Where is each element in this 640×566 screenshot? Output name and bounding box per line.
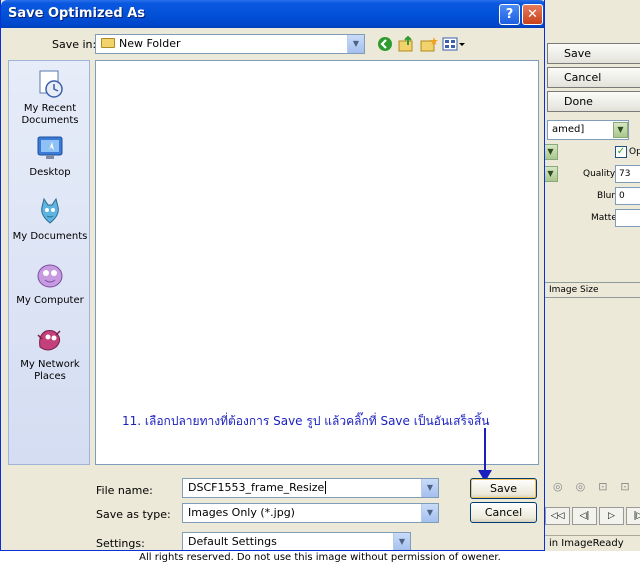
quality-input[interactable]: 73 bbox=[615, 165, 640, 183]
annotation-arrow bbox=[484, 428, 486, 473]
tutorial-annotation: 11. เลือกปลายทางที่ต้องการ Save รูป แล้ว… bbox=[122, 414, 490, 428]
chevron-down-icon: ▼ bbox=[421, 504, 438, 522]
new-folder-icon[interactable] bbox=[420, 36, 438, 54]
bg-preset-select[interactable]: amed] ▼ bbox=[547, 120, 629, 140]
chevron-down-icon: ▼ bbox=[421, 479, 438, 497]
place-my-computer[interactable]: My Computer bbox=[9, 261, 91, 307]
play-icon[interactable]: ▷ bbox=[599, 507, 624, 525]
quality-label: Quality: bbox=[583, 169, 618, 179]
file-name-input[interactable]: DSCF1553_frame_Resize ▼ bbox=[182, 478, 439, 498]
places-bar: My Recent Documents Desktop My Documents… bbox=[8, 60, 90, 465]
chevron-down-icon: ▼ bbox=[347, 35, 364, 53]
settings-label: Settings: bbox=[96, 537, 145, 550]
desktop-icon bbox=[37, 136, 63, 159]
matte-input[interactable] bbox=[615, 209, 640, 227]
background-window: Save Cancel Done amed] ▼ ▼ ▼ ✓ Op Qualit… bbox=[538, 0, 640, 551]
place-my-documents[interactable]: My Documents bbox=[9, 197, 91, 243]
chevron-down-icon: ▼ bbox=[613, 122, 628, 138]
my-documents-icon bbox=[41, 197, 59, 224]
file-name-value: DSCF1553_frame_Resize bbox=[188, 481, 325, 494]
help-button[interactable]: ? bbox=[499, 4, 520, 25]
prev-frame-icon[interactable]: ◁| bbox=[572, 507, 597, 525]
close-button[interactable]: ✕ bbox=[522, 4, 543, 25]
place-recent-documents[interactable]: My Recent Documents bbox=[9, 69, 91, 127]
place-label: Desktop bbox=[29, 167, 71, 178]
bg-save-button[interactable]: Save bbox=[547, 43, 640, 64]
bg-done-button[interactable]: Done bbox=[547, 91, 640, 112]
settings-select[interactable]: Default Settings ▼ bbox=[182, 532, 411, 550]
place-network[interactable]: My Network Places bbox=[9, 325, 91, 383]
place-desktop[interactable]: Desktop bbox=[9, 133, 91, 179]
chevron-down-icon[interactable]: ▼ bbox=[543, 144, 558, 160]
chevron-down-icon[interactable]: ▼ bbox=[543, 166, 558, 182]
network-places-icon bbox=[37, 330, 61, 351]
save-as-type-select[interactable]: Images Only (*.jpg) ▼ bbox=[182, 503, 439, 523]
optimized-label: Op bbox=[629, 147, 640, 157]
bg-cancel-button[interactable]: Cancel bbox=[547, 67, 640, 88]
save-as-type-label: Save as type: bbox=[96, 508, 171, 521]
bg-preset-value: amed] bbox=[552, 124, 585, 135]
first-frame-icon[interactable]: ◁◁ bbox=[545, 507, 570, 525]
place-label: My Recent Documents bbox=[21, 103, 79, 126]
views-menu-icon[interactable] bbox=[442, 36, 466, 54]
playback-controls: ◁◁ ◁| ▷ |▷ bbox=[545, 507, 640, 525]
status-bar: in ImageReady bbox=[539, 535, 640, 551]
save-in-label: Save in: bbox=[52, 38, 97, 51]
back-icon[interactable] bbox=[376, 36, 394, 54]
title-bar[interactable]: Save Optimized As ? ✕ bbox=[1, 0, 544, 28]
file-name-label: File name: bbox=[96, 484, 153, 497]
copyright-footer: All rights reserved. Do not use this ima… bbox=[0, 551, 640, 566]
place-label: My Computer bbox=[16, 295, 84, 306]
my-computer-icon bbox=[37, 264, 63, 288]
blur-input[interactable]: 0 bbox=[615, 187, 640, 205]
optimized-checkbox[interactable]: ✓ bbox=[615, 146, 627, 158]
dialog-title: Save Optimized As bbox=[8, 6, 145, 21]
folder-icon bbox=[101, 38, 115, 48]
settings-value: Default Settings bbox=[188, 535, 277, 548]
place-label: My Documents bbox=[12, 231, 88, 242]
place-label: My Network Places bbox=[20, 359, 80, 382]
next-frame-icon[interactable]: |▷ bbox=[626, 507, 640, 525]
cancel-button[interactable]: Cancel bbox=[470, 502, 537, 523]
up-folder-icon[interactable] bbox=[398, 35, 416, 54]
file-list[interactable] bbox=[95, 60, 539, 465]
layer-icons: ◎◎⊡⊡ bbox=[553, 480, 640, 493]
image-size-tab[interactable]: Image Size bbox=[539, 282, 640, 298]
save-in-value: New Folder bbox=[119, 37, 181, 50]
chevron-down-icon: ▼ bbox=[393, 533, 410, 550]
save-button[interactable]: Save bbox=[470, 478, 537, 499]
text-cursor bbox=[325, 481, 327, 494]
save-as-type-value: Images Only (*.jpg) bbox=[188, 506, 295, 519]
recent-documents-icon bbox=[39, 70, 63, 98]
save-in-combo[interactable]: New Folder ▼ bbox=[95, 34, 365, 54]
save-dialog: Save Optimized As ? ✕ Save in: New Folde… bbox=[0, 0, 545, 551]
